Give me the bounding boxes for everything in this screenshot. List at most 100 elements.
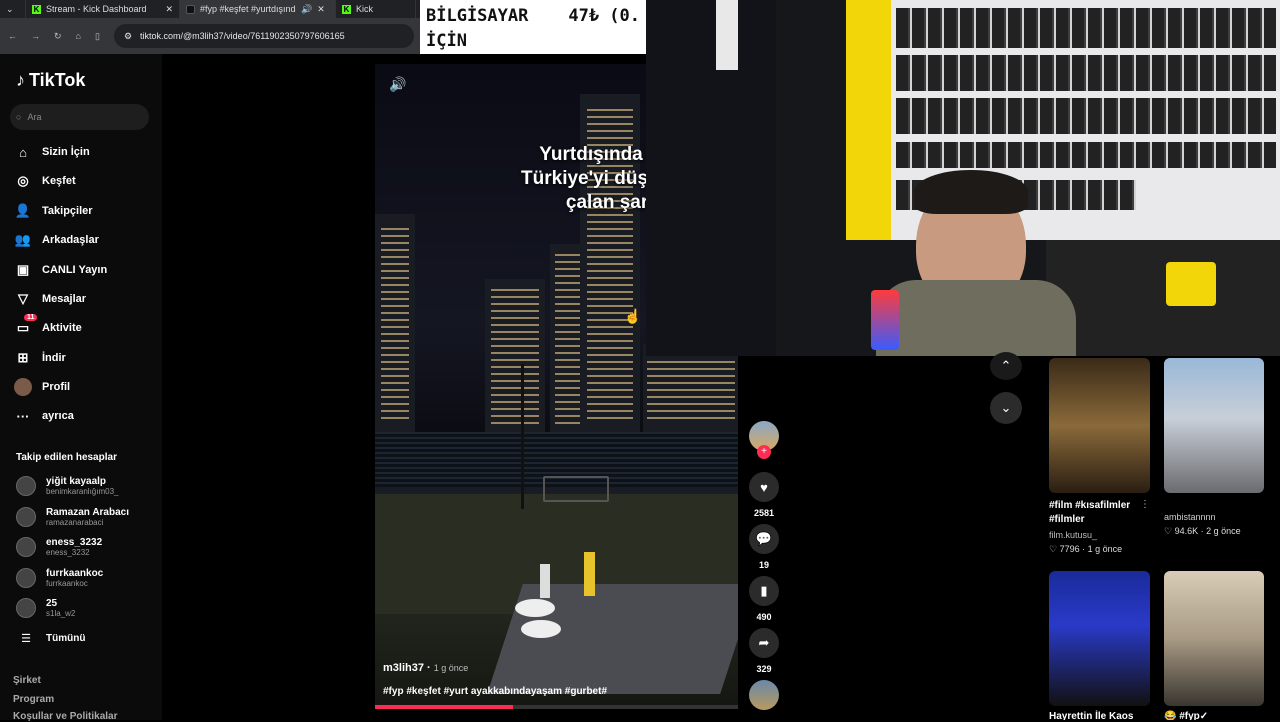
save-count: 490 [756, 612, 772, 622]
dark-wall [646, 0, 776, 356]
url-text: tiktok.com/@m3lih37/video/76119023507976… [140, 31, 345, 41]
tab-tiktok-video[interactable]: #fyp #keşfet #yurtdışındayaşam 🔊 ✕ [180, 0, 336, 18]
cursor-icon: ☝ [624, 308, 642, 324]
bench [543, 476, 609, 502]
nav-item-more[interactable]: ··· ayrıca [14, 407, 74, 425]
close-icon[interactable]: ✕ [165, 4, 173, 15]
compass-icon: ◎ [17, 173, 29, 188]
sidebar: ♪ TikTok ○ Ara ⌂ Sizin İçin ◎ Keşfet 👤 Taki… [0, 54, 162, 722]
video-hashtags[interactable]: #fyp #keşfet #yurt ayakkabındayaşam #gur… [383, 686, 607, 697]
reload-icon[interactable]: ↻ [54, 31, 62, 42]
home-icon: ⌂ [19, 144, 27, 160]
tab-label: #fyp #keşfet #yurtdışındayaşam [200, 4, 296, 14]
video-progress-fill [375, 705, 513, 709]
search-icon: ○ [16, 112, 22, 122]
nav-item-download[interactable]: ⊞ İndir [14, 349, 66, 367]
like-button[interactable]: ♥ 2581 [749, 472, 779, 518]
back-icon[interactable]: ← [8, 31, 17, 41]
forward-icon[interactable]: → [31, 31, 40, 41]
footer-link-company[interactable]: Şirket [13, 675, 41, 686]
sidepanel-icon[interactable]: ▯ [95, 31, 100, 42]
building-lights [491, 289, 539, 429]
previous-video-button[interactable]: ⌃ [990, 352, 1022, 380]
address-bar[interactable]: ⚙ tiktok.com/@m3lih37/video/761190235079… [113, 24, 414, 48]
followed-account[interactable]: yiğit kayaalp benimkaranlığım03_ [16, 476, 118, 496]
speaker-icon[interactable]: 🔊 [301, 4, 312, 15]
list-icon: ☰ [21, 633, 31, 645]
tab-label: Kick [356, 4, 374, 14]
nav-item-explore[interactable]: ◎ Keşfet [14, 172, 75, 190]
share-button[interactable]: ➦ 329 [749, 628, 779, 674]
nav-item-profile[interactable]: Profil [14, 378, 70, 396]
tab-menu-button[interactable]: ⌄ [0, 0, 26, 18]
recommended-video-card[interactable]: ambistannnn ♡ 94.6K · 2 g önce [1164, 358, 1268, 558]
recommended-video-card[interactable]: #film #kısafilmler #filmler film.kutusu_… [1049, 358, 1151, 558]
followed-account[interactable]: furrkaankoc furrkaankoc [16, 568, 103, 588]
tab-label: Stream - Kick Dashboard [46, 4, 147, 14]
nav-label: CANLI Yayın [42, 264, 108, 276]
card-stats: ♡ 7796 · 1 g önce [1049, 544, 1123, 554]
avatar-icon [14, 378, 32, 396]
logo-text: TikTok [29, 70, 86, 90]
card-title: Hayrettin İle Kaos [1049, 711, 1134, 720]
followed-account[interactable]: Ramazan Arabacı ramazanarabaci [16, 507, 129, 527]
overlay-line-2: İÇİN [426, 31, 467, 51]
more-icon: ··· [16, 408, 30, 424]
streamer-shirt [876, 280, 1076, 356]
see-all-button[interactable]: ☰ Tümünü [16, 632, 85, 645]
nav-item-friends[interactable]: 👥 Arkadaşlar [14, 231, 99, 249]
mute-icon[interactable]: 🔊 [389, 76, 406, 93]
paper-sign [716, 0, 738, 70]
nav-label: Takipçiler [42, 205, 93, 217]
footer-link-program[interactable]: Program [13, 694, 54, 705]
share-icon: ➦ [749, 628, 779, 658]
save-button[interactable]: ▮ 490 [749, 576, 779, 622]
see-all-label: Tümünü [46, 633, 86, 644]
nav-item-activity[interactable]: ▭ 11 Aktivite [14, 314, 82, 337]
shelf-products [896, 8, 1276, 48]
more-options-icon[interactable]: ⋮ [1140, 499, 1150, 510]
friends-icon: 👥 [14, 232, 32, 247]
tiktok-logo-icon [186, 4, 195, 14]
bottle [584, 552, 595, 596]
nav-label: İndir [42, 352, 66, 364]
heart-icon: ♥ [749, 472, 779, 502]
avatar [16, 598, 36, 618]
followed-account[interactable]: 25 s1la_w2 [16, 598, 75, 618]
next-video-button[interactable]: ⌄ [990, 392, 1022, 424]
nav-item-messages[interactable]: ▽ Mesajlar [14, 290, 86, 308]
nav-label: ayrıca [42, 410, 74, 422]
kick-logo-icon: K [32, 4, 41, 14]
author-avatar[interactable]: + [749, 421, 779, 459]
footer-link-terms[interactable]: Koşullar ve Politikalar [13, 711, 118, 722]
nav-label: Profil [42, 381, 71, 393]
nav-item-live[interactable]: ▣ CANLI Yayın [14, 261, 107, 279]
overlay-price: 47₺ (0. [568, 6, 640, 26]
video-author[interactable]: m3lih37 · 1 g önce [383, 662, 468, 674]
following-header: Takip edilen hesaplar [16, 452, 117, 463]
streamer-webcam [646, 0, 1280, 356]
music-disc[interactable] [749, 680, 779, 710]
close-icon[interactable]: ✕ [317, 4, 325, 15]
account-username: eness_3232 [46, 548, 90, 557]
tiktok-logo[interactable]: ♪ TikTok [16, 70, 85, 91]
home-icon[interactable]: ⌂ [76, 31, 81, 41]
follow-plus-icon[interactable]: + [757, 445, 771, 459]
tab-kick-dashboard[interactable]: K Stream - Kick Dashboard ✕ [26, 0, 180, 18]
tab-kick[interactable]: K Kick [336, 0, 416, 18]
site-info-icon[interactable]: ⚙ [124, 31, 132, 42]
stream-price-overlay: BİLGİSAYAR 47₺ (0. İÇİN [420, 0, 646, 54]
comment-button[interactable]: 💬 19 [749, 524, 779, 570]
notification-badge: 11 [24, 314, 38, 321]
recommended-video-card[interactable]: 😂 #fyp✓ [1164, 571, 1268, 720]
recommended-video-card[interactable]: Hayrettin İle Kaos [1049, 571, 1151, 720]
nav-item-for-you[interactable]: ⌂ Sizin İçin [14, 143, 90, 161]
video-progress-bar[interactable] [375, 705, 738, 709]
search-input[interactable]: ○ Ara [10, 104, 149, 130]
overlay-line-1: BİLGİSAYAR [426, 6, 529, 26]
send-icon: ▽ [18, 291, 28, 306]
avatar [16, 568, 36, 588]
account-username: s1la_w2 [46, 609, 76, 618]
followed-account[interactable]: eness_3232 eness_3232 [16, 537, 102, 557]
nav-item-following[interactable]: 👤 Takipçiler [14, 202, 93, 220]
